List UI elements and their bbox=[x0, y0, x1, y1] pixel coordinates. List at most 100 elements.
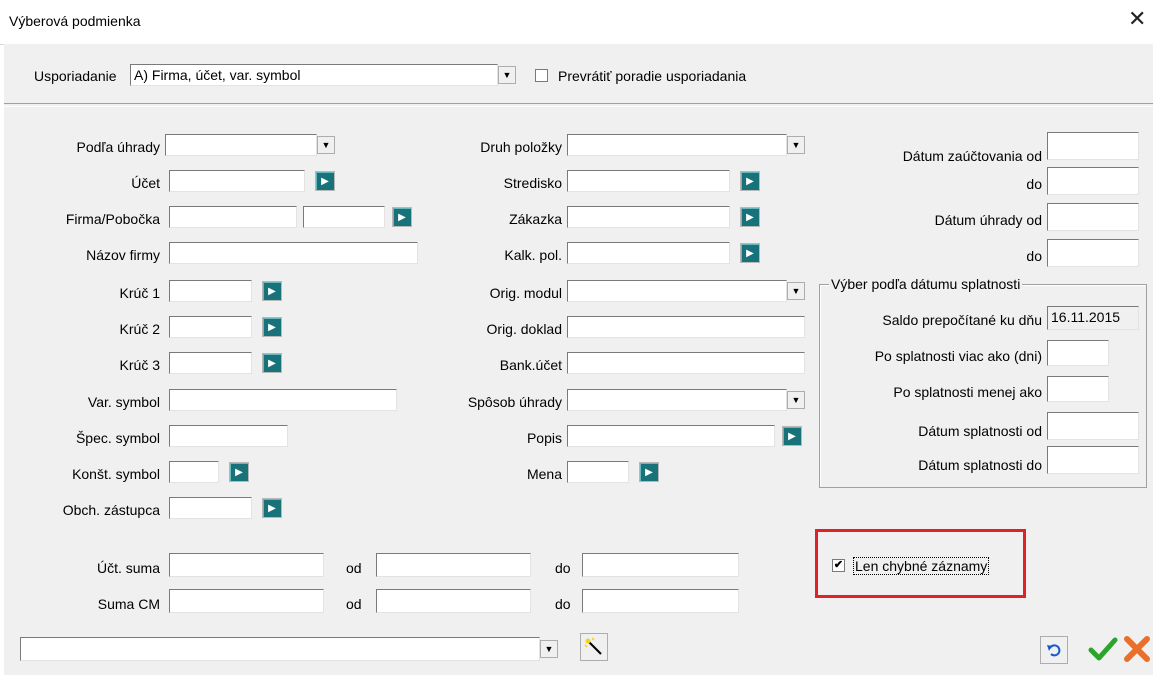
datum-zauctovania-od-input[interactable] bbox=[1047, 132, 1139, 160]
orig-modul-select[interactable] bbox=[567, 280, 787, 302]
uct-suma-od-input[interactable] bbox=[376, 553, 531, 577]
druh-polozky-select[interactable] bbox=[567, 134, 787, 156]
popis-label: Popis bbox=[526, 430, 562, 446]
pobocka-input[interactable] bbox=[303, 206, 385, 228]
suma-cm-od-label: od bbox=[346, 596, 362, 612]
datum-uhrady-do-input[interactable] bbox=[1047, 239, 1139, 267]
filter-preset-select[interactable] bbox=[20, 637, 540, 661]
zakazka-label: Zákazka bbox=[509, 211, 562, 227]
sort-dropdown-icon[interactable]: ▼ bbox=[498, 66, 516, 84]
firma-label: Firma/Pobočka bbox=[65, 211, 160, 227]
wand-icon[interactable] bbox=[580, 633, 608, 661]
datum-zauctovania-do-label: do bbox=[1026, 176, 1042, 192]
uct-suma-label: Účt. suma bbox=[96, 560, 160, 576]
konst-symbol-input[interactable] bbox=[169, 461, 219, 483]
stredisko-lookup-icon[interactable]: ▶ bbox=[740, 171, 760, 191]
podla-uhrady-dropdown-icon[interactable]: ▼ bbox=[317, 136, 335, 154]
uct-suma-do-label: do bbox=[555, 560, 571, 576]
firma-input[interactable] bbox=[169, 206, 297, 228]
sort-select[interactable]: A) Firma, účet, var. symbol bbox=[130, 64, 498, 86]
window-title: Výberová podmienka bbox=[9, 13, 141, 29]
datum-uhrady-od-input[interactable] bbox=[1047, 203, 1139, 231]
filter-preset-dropdown-icon[interactable]: ▼ bbox=[540, 640, 558, 658]
datum-splatnosti-do-input[interactable] bbox=[1047, 446, 1139, 474]
uct-suma-do-input[interactable] bbox=[582, 553, 739, 577]
reverse-order-label: Prevrátiť poradie usporiadania bbox=[558, 68, 747, 84]
reverse-order-checkbox[interactable] bbox=[535, 69, 548, 82]
konst-symbol-label: Konšt. symbol bbox=[72, 466, 160, 482]
zakazka-lookup-icon[interactable]: ▶ bbox=[740, 207, 760, 227]
suma-cm-od-input[interactable] bbox=[376, 589, 531, 613]
kluc3-label: Krúč 3 bbox=[119, 357, 160, 373]
ucet-input[interactable] bbox=[169, 170, 305, 192]
nazov-firmy-input[interactable] bbox=[169, 242, 418, 264]
kalk-pol-lookup-icon[interactable]: ▶ bbox=[740, 243, 760, 263]
bank-ucet-input[interactable] bbox=[567, 352, 805, 374]
kluc2-label: Krúč 2 bbox=[119, 321, 160, 337]
datum-uhrady-od-label: Dátum úhrady od bbox=[934, 212, 1042, 228]
podla-uhrady-select[interactable] bbox=[165, 134, 317, 156]
errors-only-label: Len chybné záznamy bbox=[853, 557, 990, 575]
undo-icon[interactable] bbox=[1040, 636, 1068, 664]
mena-lookup-icon[interactable]: ▶ bbox=[639, 462, 659, 482]
podla-uhrady-label: Podľa úhrady bbox=[76, 139, 160, 155]
datum-zauctovania-do-input[interactable] bbox=[1047, 167, 1139, 195]
orig-doklad-label: Orig. doklad bbox=[486, 321, 562, 337]
orig-doklad-input[interactable] bbox=[567, 316, 805, 338]
saldo-label: Saldo prepočítané ku dňu bbox=[882, 312, 1042, 328]
spec-symbol-input[interactable] bbox=[169, 425, 288, 447]
errors-only-checkbox[interactable]: ✔ bbox=[832, 559, 845, 572]
suma-cm-do-input[interactable] bbox=[582, 589, 739, 613]
sposob-uhrady-dropdown-icon[interactable]: ▼ bbox=[787, 391, 805, 409]
kalk-pol-label: Kalk. pol. bbox=[504, 247, 562, 263]
obch-zastupca-label: Obch. zástupca bbox=[62, 502, 160, 518]
spec-symbol-label: Špec. symbol bbox=[75, 430, 160, 446]
var-symbol-input[interactable] bbox=[169, 389, 397, 411]
po-splatnosti-menej-label: Po splatnosti menej ako bbox=[893, 384, 1042, 400]
kalk-pol-input[interactable] bbox=[567, 242, 730, 264]
po-splatnosti-viac-input[interactable] bbox=[1047, 340, 1109, 366]
popis-lookup-icon[interactable]: ▶ bbox=[782, 426, 802, 446]
kluc1-lookup-icon[interactable]: ▶ bbox=[262, 281, 282, 301]
sposob-uhrady-select[interactable] bbox=[567, 389, 787, 411]
suma-cm-label: Suma CM bbox=[97, 596, 160, 612]
zakazka-input[interactable] bbox=[567, 206, 730, 228]
title-bar bbox=[0, 0, 1153, 45]
kluc1-input[interactable] bbox=[169, 280, 252, 302]
stredisko-input[interactable] bbox=[567, 170, 730, 192]
popis-input[interactable] bbox=[567, 425, 775, 447]
kluc3-lookup-icon[interactable]: ▶ bbox=[262, 353, 282, 373]
datum-uhrady-do-label: do bbox=[1026, 248, 1042, 264]
obch-zastupca-lookup-icon[interactable]: ▶ bbox=[262, 498, 282, 518]
orig-modul-dropdown-icon[interactable]: ▼ bbox=[787, 282, 805, 300]
druh-polozky-dropdown-icon[interactable]: ▼ bbox=[787, 136, 805, 154]
uct-suma-od-label: od bbox=[346, 560, 362, 576]
datum-splatnosti-do-label: Dátum splatnosti do bbox=[918, 457, 1042, 473]
cancel-icon[interactable] bbox=[1122, 634, 1152, 664]
po-splatnosti-menej-input[interactable] bbox=[1047, 376, 1109, 402]
close-icon[interactable]: ✕ bbox=[1128, 8, 1146, 30]
var-symbol-label: Var. symbol bbox=[87, 394, 160, 410]
obch-zastupca-input[interactable] bbox=[169, 497, 252, 519]
konst-symbol-lookup-icon[interactable]: ▶ bbox=[229, 462, 249, 482]
sposob-uhrady-label: Spôsob úhrady bbox=[467, 394, 562, 410]
datum-zauctovania-od-label: Dátum zaúčtovania od bbox=[902, 148, 1042, 164]
kluc1-label: Krúč 1 bbox=[119, 285, 160, 301]
suma-cm-input[interactable] bbox=[169, 589, 324, 613]
druh-polozky-label: Druh položky bbox=[480, 139, 562, 155]
mena-input[interactable] bbox=[567, 461, 629, 483]
kluc3-input[interactable] bbox=[169, 352, 252, 374]
uct-suma-input[interactable] bbox=[169, 553, 324, 577]
separator bbox=[4, 103, 1153, 107]
ucet-label: Účet bbox=[131, 175, 160, 191]
datum-splatnosti-od-input[interactable] bbox=[1047, 412, 1139, 440]
ok-icon[interactable] bbox=[1088, 634, 1118, 664]
ucet-lookup-icon[interactable]: ▶ bbox=[315, 171, 335, 191]
nazov-firmy-label: Názov firmy bbox=[86, 247, 160, 263]
splatnost-group-title: Výber podľa dátumu splatnosti bbox=[829, 276, 1023, 292]
po-splatnosti-viac-label: Po splatnosti viac ako (dni) bbox=[874, 348, 1042, 364]
kluc2-lookup-icon[interactable]: ▶ bbox=[262, 317, 282, 337]
kluc2-input[interactable] bbox=[169, 316, 252, 338]
orig-modul-label: Orig. modul bbox=[489, 285, 562, 301]
sort-label: Usporiadanie bbox=[34, 68, 117, 84]
